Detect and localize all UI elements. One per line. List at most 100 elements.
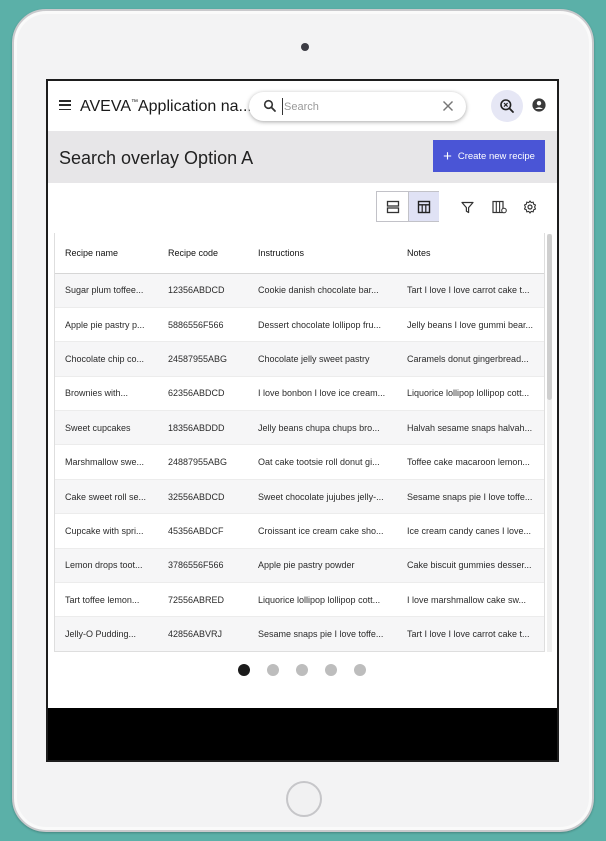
table-cell: Tart I love I love carrot cake t... (397, 616, 544, 651)
page-title-bar: Search overlay Option A + Create new rec… (48, 131, 557, 183)
table-cell: Toffee cake macaroon lemon... (397, 444, 544, 480)
page-dot[interactable] (354, 664, 366, 676)
trademark-symbol: ™ (130, 99, 138, 106)
column-header-instructions[interactable]: Instructions (248, 233, 397, 274)
table-cell: Tart toffee lemon... (55, 582, 158, 618)
filter-icon (460, 201, 474, 213)
table-scrollbar[interactable] (547, 234, 552, 652)
close-icon[interactable] (442, 100, 454, 112)
table-cell: Chocolate chip co... (55, 341, 158, 377)
table-cell: Caramels donut gingerbread... (397, 341, 544, 377)
table-cell: Cupcake with spri... (55, 513, 158, 549)
table-row[interactable]: Cupcake with spri... 45356ABDCF Croissant … (55, 513, 544, 549)
table-row[interactable]: Chocolate chip co... 24587955ABG Chocolate… (55, 341, 544, 377)
table-cell: Brownies with... (55, 376, 158, 412)
table-cell: 24887955ABG (158, 444, 248, 480)
table-cell: 62356ABDCD (158, 376, 248, 412)
table-row[interactable]: Lemon drops toot... 3786556F566 Apple pie … (55, 548, 544, 584)
table-cell: Sesame snaps pie I love toffe... (397, 479, 544, 515)
camera-dot (301, 43, 309, 51)
page-dot[interactable] (296, 664, 308, 676)
table-cell: Jelly-O Pudding... (55, 616, 158, 651)
hamburger-menu-icon[interactable] (59, 100, 71, 111)
create-button-label: Create new recipe (457, 150, 535, 162)
table-cell: I love marshmallow cake sw... (397, 582, 544, 618)
app-title: AVEVA™Application na... (80, 98, 252, 116)
table-body: Sugar plum toffee... 12356ABDCD Cookie dan… (55, 273, 544, 651)
search-overlay (249, 92, 466, 121)
table-header-row: Recipe name Recipe code Instructions Not… (55, 233, 544, 274)
table-view-icon (417, 200, 431, 213)
table-cell: Apple pie pastry p... (55, 307, 158, 343)
tablet-screen: AVEVA™Application na... Search Search ov… (46, 79, 559, 762)
table-row[interactable]: Brownies with... 62356ABDCD I love bonbon … (55, 376, 544, 412)
table-row[interactable]: Cake sweet roll se... 32556ABDCD Sweet cho… (55, 479, 544, 515)
table-cell: Oat cake tootsie roll donut gi... (248, 444, 397, 480)
table-cell: Sweet cupcakes (55, 410, 158, 446)
view-toggle (376, 191, 439, 222)
page-dot[interactable] (238, 664, 250, 676)
table-cell: Apple pie pastry powder (248, 548, 397, 584)
row-view-icon (386, 200, 399, 213)
table-cell: Croissant ice cream cake sho... (248, 513, 397, 549)
table-cell: Cake sweet roll se... (55, 479, 158, 515)
table-row[interactable]: Tart toffee lemon... 72556ABRED Liquorice … (55, 582, 544, 618)
table-cell: 5886556F566 (158, 307, 248, 343)
table-cell: I love bonbon I love ice cream... (248, 376, 397, 412)
page-dot[interactable] (267, 664, 279, 676)
settings-button[interactable] (515, 192, 545, 222)
page-title: Search overlay Option A (59, 148, 254, 168)
table-row[interactable]: Apple pie pastry p... 5886556F566 Dessert … (55, 307, 544, 343)
table-cell: Marshmallow swe... (55, 444, 158, 480)
table-cell: 72556ABRED (158, 582, 248, 618)
table-row[interactable]: Sugar plum toffee... 12356ABDCD Cookie dan… (55, 273, 544, 308)
column-header-recipe-code[interactable]: Recipe code (158, 233, 248, 274)
filter-button[interactable] (452, 192, 482, 222)
table-cell: Tart I love I love carrot cake t... (397, 273, 544, 308)
row-view-button[interactable] (377, 192, 408, 221)
create-new-recipe-button[interactable]: + Create new recipe (433, 140, 545, 172)
table-cell: Jelly beans chupa chups bro... (248, 410, 397, 446)
search-toggle-button[interactable] (491, 90, 523, 122)
table-cell: Ice cream candy canes I love... (397, 513, 544, 549)
table-row[interactable]: Marshmallow swe... 24887955ABG Oat cake to… (55, 444, 544, 480)
recipes-table: Recipe name Recipe code Instructions Not… (54, 233, 545, 652)
home-button[interactable] (286, 781, 322, 817)
table-row[interactable]: Jelly-O Pudding... 42856ABVRJ Sesame snaps… (55, 616, 544, 651)
table-cell: Halvah sesame snaps halvah... (397, 410, 544, 446)
column-header-recipe-name[interactable]: Recipe name (55, 233, 158, 274)
table-cell: 45356ABDCF (158, 513, 248, 549)
table-cell: 24587955ABG (158, 341, 248, 377)
table-cell: 3786556F566 (158, 548, 248, 584)
account-icon[interactable] (532, 98, 546, 112)
app-header: AVEVA™Application na... (48, 81, 557, 131)
column-chooser-icon (491, 200, 507, 214)
table-cell: Sugar plum toffee... (55, 273, 158, 308)
pagination-dots (238, 664, 366, 676)
search-input[interactable] (282, 98, 432, 115)
page-dot[interactable] (325, 664, 337, 676)
table-cell: Lemon drops toot... (55, 548, 158, 584)
table-cell: 32556ABDCD (158, 479, 248, 515)
column-chooser-button[interactable] (484, 192, 514, 222)
table-cell: Sesame snaps pie I love toffe... (248, 616, 397, 651)
table-cell: 18356ABDDD (158, 410, 248, 446)
search-close-icon (500, 99, 514, 113)
table-row[interactable]: Sweet cupcakes 18356ABDDD Jelly beans chup… (55, 410, 544, 446)
table-cell: 12356ABDCD (158, 273, 248, 308)
table-cell: Liquorice lollipop lollipop cott... (248, 582, 397, 618)
column-header-notes[interactable]: Notes (397, 233, 544, 274)
app-title-name: Application na... (137, 98, 252, 115)
plus-icon: + (443, 147, 452, 165)
table-view-button[interactable] (408, 192, 439, 221)
app-title-brand: AVEVA (80, 98, 131, 115)
table-cell: Cookie danish chocolate bar... (248, 273, 397, 308)
table-cell: Chocolate jelly sweet pastry (248, 341, 397, 377)
gear-icon (523, 200, 537, 214)
table-cell: Dessert chocolate lollipop fru... (248, 307, 397, 343)
table-cell: 42856ABVRJ (158, 616, 248, 651)
table-cell: Liquorice lollipop lollipop cott... (397, 376, 544, 412)
table-cell: Cake biscuit gummies desser... (397, 548, 544, 584)
scrollbar-thumb[interactable] (547, 234, 552, 400)
search-icon (263, 99, 276, 112)
